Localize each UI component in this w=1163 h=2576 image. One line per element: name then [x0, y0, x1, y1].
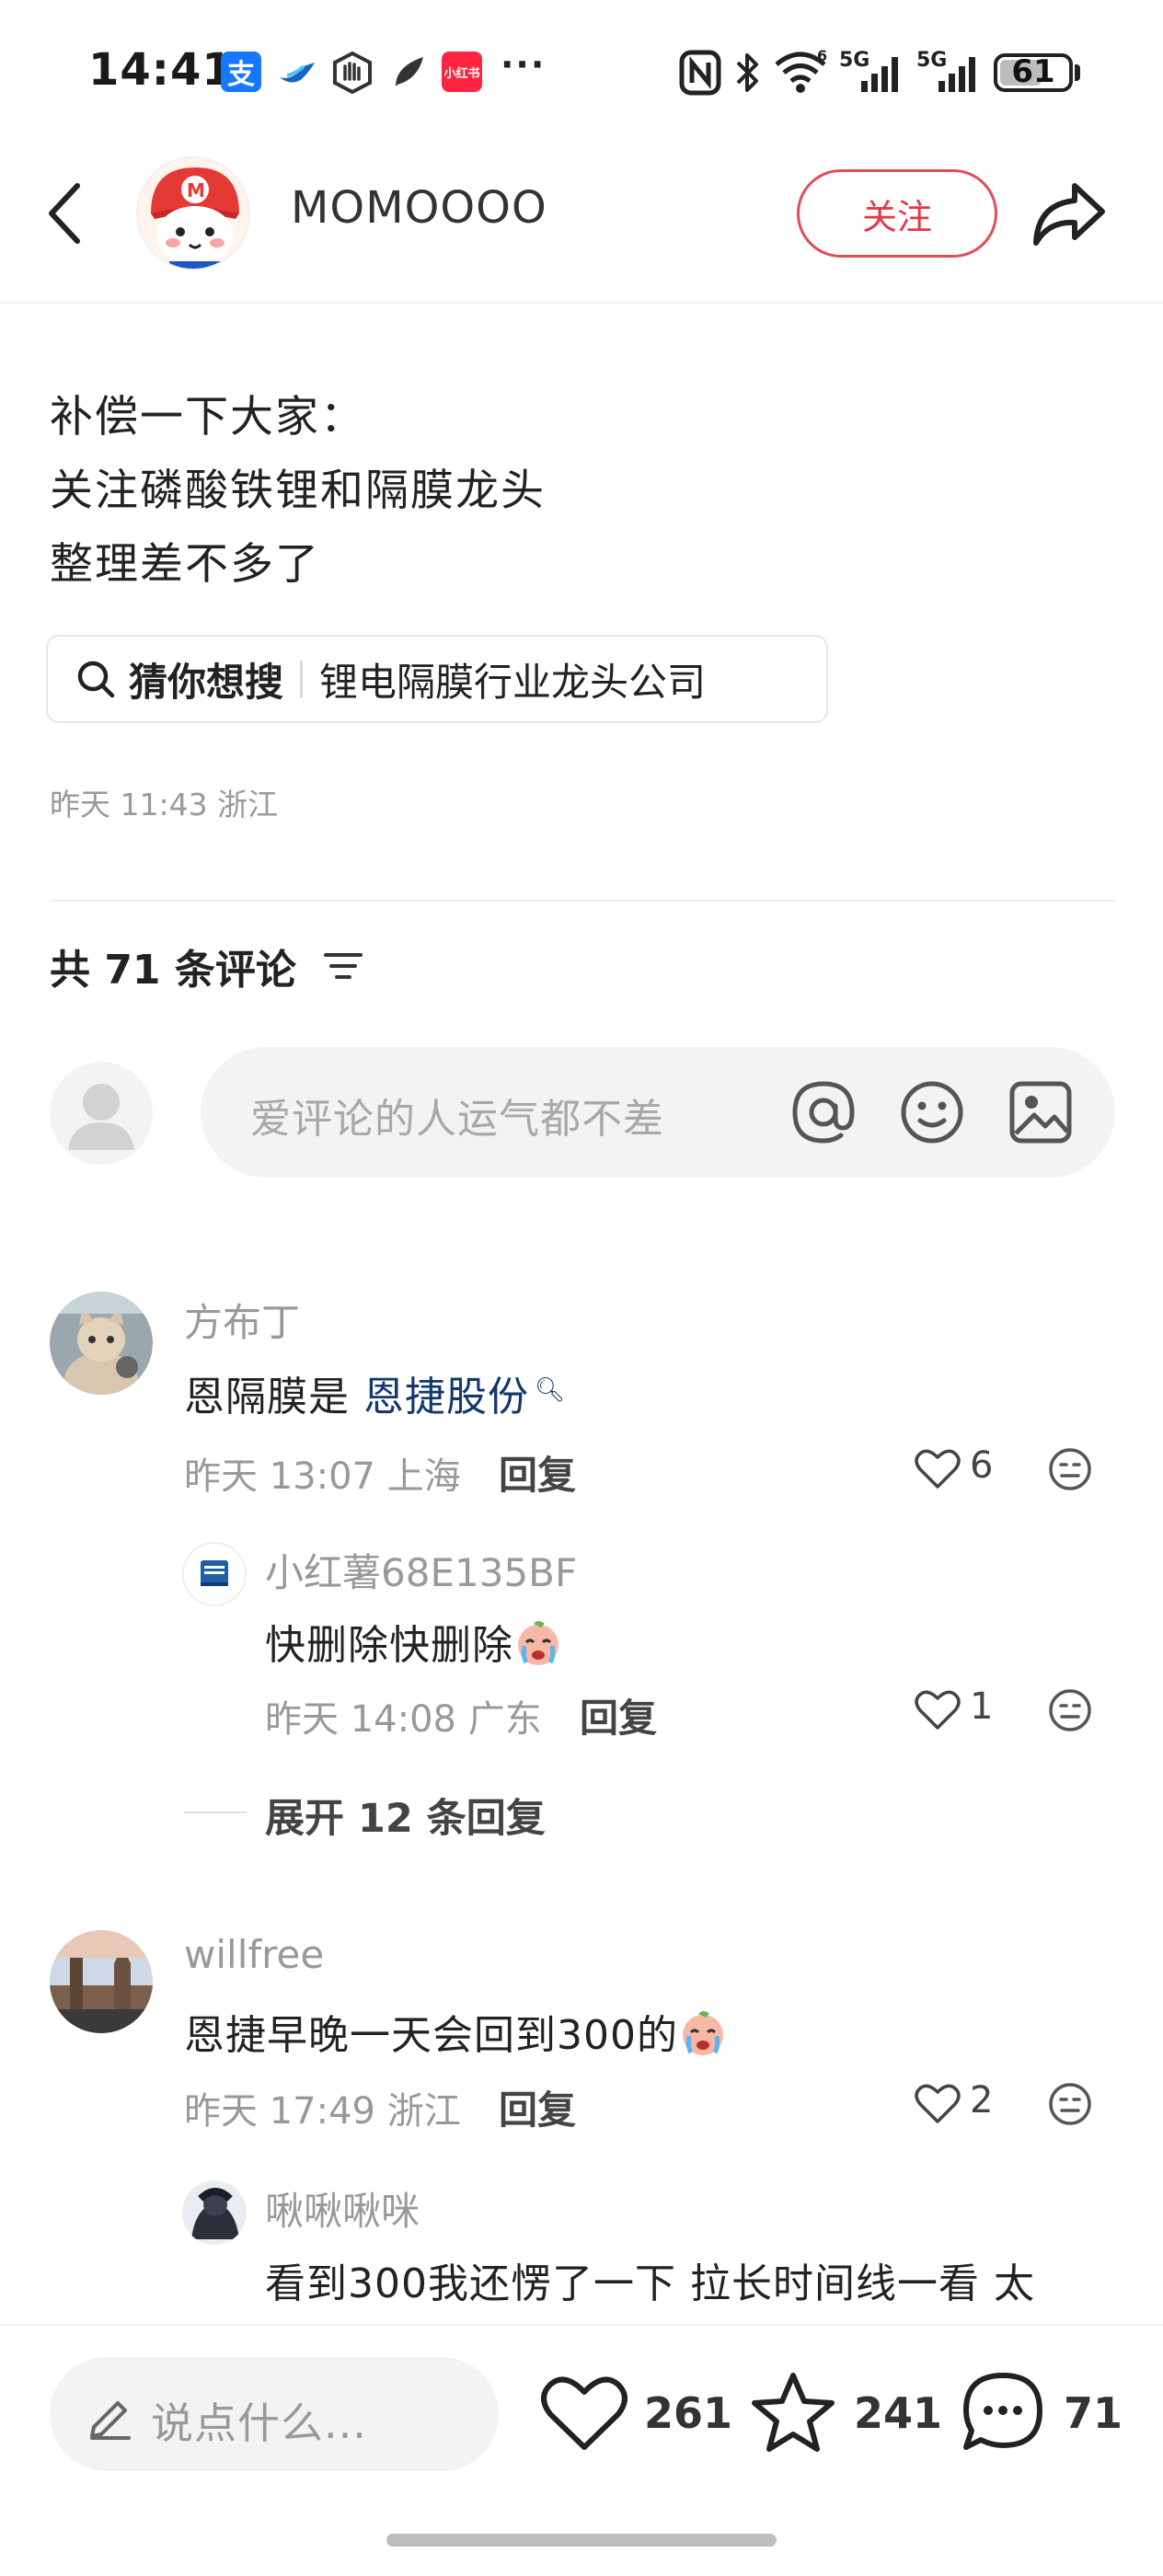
like-count: 2 [970, 2079, 994, 2122]
post-text-line-2: 关注磷酸铁锂和隔膜龙头 [50, 466, 546, 516]
xiaohongshu-app-icon: 小红书 [442, 52, 482, 92]
alipay-icon: 支 [221, 52, 261, 92]
header-divider [0, 302, 1163, 304]
emoji-icon[interactable] [898, 1078, 966, 1146]
reply-time-location: 昨天 14:08 广东 [265, 1698, 542, 1741]
reply-avatar[interactable] [182, 1542, 247, 1606]
comment-time-location: 昨天 17:49 浙江 [184, 2090, 461, 2133]
suggested-search-chip[interactable]: 猜你想搜 锂电隔膜行业龙头公司 [46, 635, 828, 723]
reply-text: 快删除快删除 [265, 1612, 563, 1671]
comment-count-heading: 共 71 条评论 [50, 947, 296, 994]
say-something-placeholder: 说点什么... [151, 2398, 367, 2448]
wifi-icon: 6 [773, 48, 832, 96]
comment-input[interactable]: 爱评论的人运气都不差 [201, 1047, 1115, 1178]
svg-text:6: 6 [817, 48, 827, 64]
heart-icon[interactable] [915, 1448, 961, 1490]
follow-button[interactable]: 关注 [797, 169, 997, 258]
like-count: 1 [970, 1685, 994, 1728]
pencil-icon [86, 2388, 134, 2440]
section-divider [50, 900, 1115, 902]
heart-icon[interactable] [915, 1689, 961, 1731]
post-text-line-3: 整理差不多了 [50, 539, 320, 590]
signal-5g-icon-1: 5G [839, 48, 909, 96]
search-chip-label: 猜你想搜 [129, 659, 284, 705]
dislike-icon[interactable] [1047, 1446, 1093, 1492]
reply-text-content: 快删除快删除 [265, 1622, 513, 1669]
home-indicator[interactable] [386, 2534, 777, 2547]
commenter-avatar[interactable] [50, 1292, 153, 1395]
nfc-icon [679, 50, 721, 96]
comment-text-content: 恩捷早晚一天会回到300的 [184, 2012, 678, 2059]
svg-text:5G: 5G [839, 49, 869, 72]
search-link-icon[interactable]: 🔍︎ [535, 1376, 566, 1404]
bird-app-icon [276, 53, 320, 90]
reply-button[interactable]: 回复 [499, 1444, 576, 1501]
search-chip-separator [300, 661, 304, 697]
battery-indicator: 61 [994, 53, 1073, 92]
signal-5g-icon-2: 5G [916, 48, 986, 96]
heart-icon[interactable] [915, 2083, 961, 2125]
comment-text: 恩隔膜是 恩捷股份 🔍︎ [184, 1363, 566, 1422]
crying-face-icon [513, 1618, 563, 1668]
share-icon[interactable] [1031, 177, 1108, 250]
post-favorite-count: 241 [854, 2388, 943, 2438]
svg-text:M: M [187, 179, 205, 201]
comment-input-placeholder: 爱评论的人运气都不差 [250, 1096, 664, 1143]
dislike-icon[interactable] [1047, 1687, 1093, 1733]
author-name[interactable]: MOMOOOO [291, 182, 547, 234]
reply-username[interactable]: 小红薯68E135BF [265, 1542, 577, 1598]
like-post-button[interactable] [541, 2374, 628, 2455]
battery-percentage: 61 [1011, 53, 1055, 90]
favorite-star-button[interactable] [751, 2370, 835, 2455]
expand-divider [184, 1811, 247, 1813]
comment-text-prefix: 恩隔膜是 [184, 1374, 350, 1420]
mention-icon[interactable] [789, 1078, 858, 1146]
comment-username[interactable]: 方布丁 [184, 1292, 300, 1348]
expand-replies-button[interactable]: 展开 12 条回复 [265, 1787, 546, 1844]
post-comment-count: 71 [1064, 2388, 1123, 2438]
commenter-avatar[interactable] [50, 1930, 153, 2033]
search-chip-query: 锂电隔膜行业龙头公司 [319, 659, 707, 705]
comment-username[interactable]: willfree [184, 1932, 324, 1977]
svg-text:5G: 5G [916, 49, 947, 72]
search-icon [75, 659, 116, 699]
post-like-count: 261 [644, 2388, 733, 2438]
post-text-line-1: 补偿一下大家： [50, 392, 365, 443]
reply-text: 看到300我还愣了一下 拉长时间线一看 太 [265, 2260, 1035, 2307]
say-something-input[interactable]: 说点什么... [50, 2357, 499, 2471]
reply-button[interactable]: 回复 [580, 1687, 657, 1743]
sort-filter-icon[interactable] [324, 948, 363, 984]
reply-button[interactable]: 回复 [499, 2079, 576, 2135]
comment-text: 恩捷早晚一天会回到300的 [184, 2002, 728, 2061]
image-icon[interactable] [1007, 1078, 1075, 1146]
comment-bubble-button[interactable] [961, 2370, 1045, 2455]
back-button[interactable] [40, 180, 92, 247]
feather-app-icon [386, 52, 429, 94]
more-notifications-indicator: ··· [501, 44, 547, 85]
reply-username[interactable]: 啾啾啾咪 [265, 2180, 420, 2237]
crying-face-icon [678, 2008, 728, 2058]
post-timestamp-location: 昨天 11:43 浙江 [50, 787, 279, 822]
like-count: 6 [970, 1444, 994, 1487]
bluetooth-icon [732, 50, 762, 96]
comment-time-location: 昨天 13:07 上海 [184, 1455, 461, 1498]
stock-link[interactable]: 恩捷股份 [363, 1374, 529, 1420]
current-user-avatar [50, 1062, 153, 1165]
author-avatar[interactable]: M [136, 156, 250, 270]
reply-avatar[interactable] [182, 2180, 247, 2245]
battery-nub [1075, 64, 1080, 81]
status-time: 14:41 [88, 44, 234, 96]
dislike-icon[interactable] [1047, 2081, 1093, 2127]
hand-app-icon [331, 52, 374, 94]
